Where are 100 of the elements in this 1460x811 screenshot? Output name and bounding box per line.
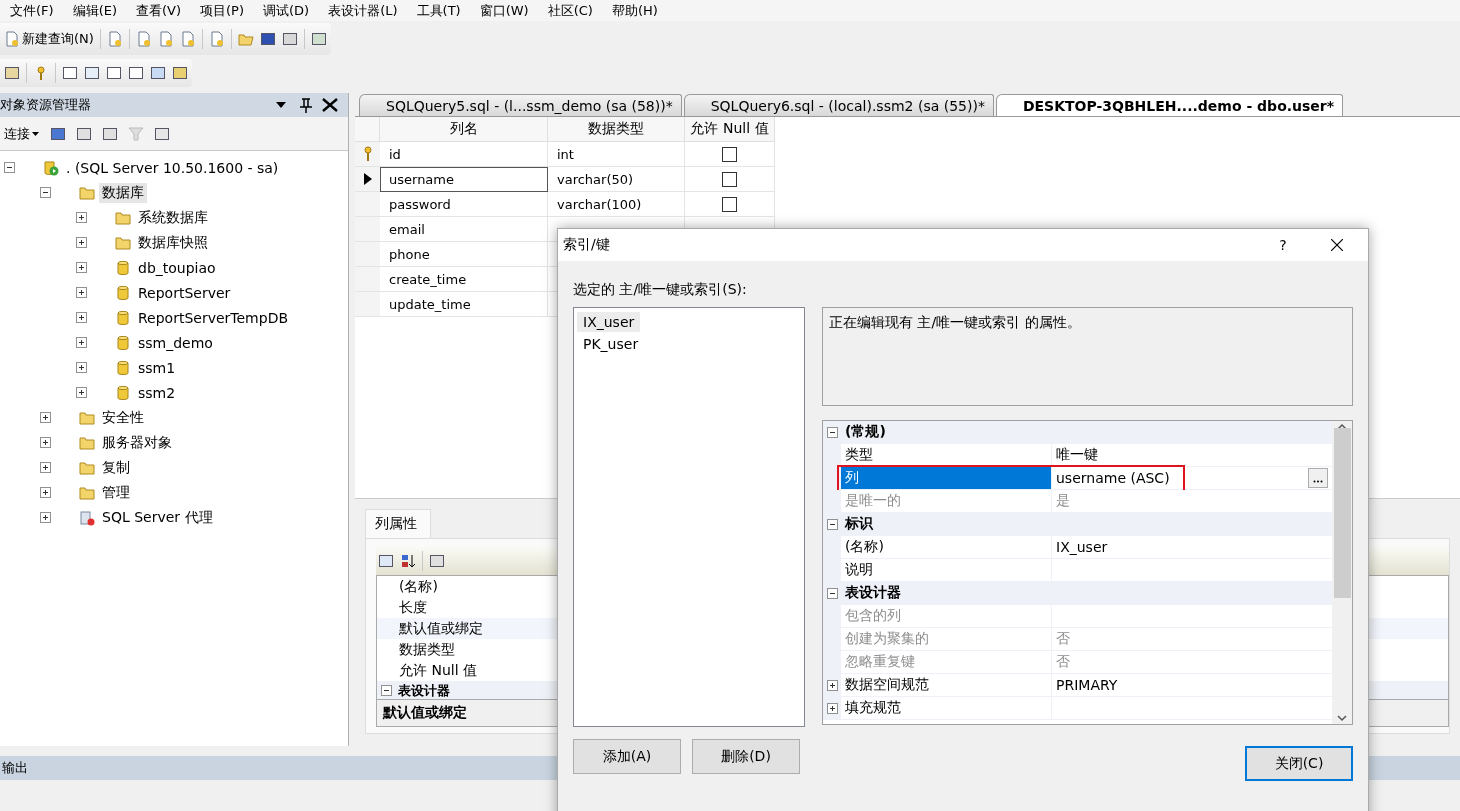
tree-item[interactable]: 服务器对象 (99, 432, 175, 453)
close-dialog-button[interactable]: 关闭(C) (1245, 746, 1353, 781)
new-query-button[interactable]: 新建查询(N) (4, 30, 94, 48)
expand-icon[interactable] (76, 287, 87, 298)
scroll-down-icon[interactable] (1337, 714, 1347, 722)
ellipsis-button[interactable] (1308, 468, 1328, 488)
expand-icon[interactable] (40, 462, 51, 473)
table-cell: id (380, 142, 548, 167)
expand-icon[interactable] (76, 387, 87, 398)
document-tab[interactable]: DESKTOP-3QBHLEH....demo - dbo.user* (995, 94, 1344, 116)
caret-icon (32, 129, 40, 138)
expand-icon[interactable] (40, 487, 51, 498)
checkbox[interactable] (722, 196, 737, 212)
expand-icon[interactable] (76, 337, 87, 348)
table-cell: varchar(50) (548, 167, 685, 192)
collapse-icon[interactable] (40, 187, 51, 198)
tree-item[interactable]: . (SQL Server 10.50.1600 - sa) (63, 158, 282, 177)
tree-item[interactable]: ssm_demo (135, 333, 216, 352)
property-name[interactable]: 类型 (841, 444, 1051, 466)
folder-icon (79, 184, 95, 201)
document-tab[interactable]: SQLQuery6.sql - (local).ssm2 (sa (55))* (683, 94, 994, 116)
tree-item[interactable]: 系统数据库 (135, 207, 211, 228)
add-button[interactable]: 添加(A) (573, 739, 681, 774)
database-icon (115, 259, 131, 276)
menu-item[interactable]: 项目(P) (192, 2, 255, 19)
database-icon (115, 384, 131, 401)
menu-item[interactable]: 社区(C) (539, 2, 604, 19)
connect-button[interactable]: 连接 (4, 124, 40, 143)
expand-icon[interactable] (76, 312, 87, 323)
tree-item[interactable]: SQL Server 代理 (99, 507, 216, 528)
delete-button[interactable]: 删除(D) (692, 739, 800, 774)
expand-icon[interactable] (826, 702, 838, 714)
table-cell: int (548, 142, 685, 167)
collapse-icon[interactable] (826, 426, 838, 438)
tree-item[interactable]: ssm2 (135, 383, 179, 402)
table-cell: create_time (380, 267, 548, 292)
scrollbar[interactable] (1332, 421, 1352, 724)
expand-icon[interactable] (76, 237, 87, 248)
database-icon (115, 334, 131, 351)
agent-icon (79, 509, 95, 526)
tree-item[interactable]: 数据库 (99, 182, 147, 203)
table-cell: update_time (380, 292, 548, 317)
tree-item[interactable]: 数据库快照 (135, 232, 211, 253)
expand-icon[interactable] (40, 512, 51, 523)
scroll-up-icon[interactable] (1337, 423, 1347, 431)
menu-item[interactable]: 表设计器(L) (320, 2, 409, 19)
collapse-icon[interactable] (381, 685, 392, 696)
database-icon (115, 284, 131, 301)
folder-icon (79, 434, 95, 451)
expand-icon[interactable] (76, 212, 87, 223)
collapse-icon[interactable] (826, 518, 838, 530)
checkbox[interactable] (722, 146, 737, 162)
table-cell: email (380, 217, 548, 242)
tree-item[interactable]: 复制 (99, 457, 133, 478)
tree-item[interactable]: 管理 (99, 482, 133, 503)
collapse-icon[interactable] (826, 587, 838, 599)
expand-icon[interactable] (40, 437, 51, 448)
list-item[interactable]: IX_user (577, 312, 641, 332)
tree-item[interactable]: ssm1 (135, 358, 179, 377)
expand-icon[interactable] (76, 362, 87, 373)
menu-item[interactable]: 查看(V) (128, 2, 193, 19)
category-label: (常规) (844, 422, 887, 441)
checkbox[interactable] (722, 171, 737, 187)
server-icon (43, 159, 59, 176)
property-name: 填充规范 (844, 698, 902, 717)
menu-item[interactable]: 工具(T) (408, 2, 472, 19)
tree-item[interactable]: 安全性 (99, 407, 147, 428)
menu-item[interactable]: 帮助(H) (603, 2, 669, 19)
current-row-icon (363, 173, 372, 185)
property-name[interactable]: 列 (841, 467, 1051, 489)
folder-icon (79, 484, 95, 501)
property-value: 是 (1055, 492, 1070, 510)
row-header[interactable] (355, 167, 380, 192)
panel-title: 对象资源管理器 (0, 96, 92, 114)
description-text: 正在编辑现有 主/唯一键或索引 的属性。 (822, 307, 1353, 406)
help-button[interactable]: ? (1260, 229, 1306, 261)
expand-icon[interactable] (826, 679, 838, 691)
menu-item[interactable]: 调试(D) (255, 2, 321, 19)
document-tab[interactable]: SQLQuery5.sql - (l...ssm_demo (sa (58))* (359, 94, 682, 116)
menu-item[interactable]: 文件(F) (2, 2, 65, 19)
dialog-title: 索引/键 (563, 236, 611, 254)
collapse-icon[interactable] (4, 162, 15, 173)
property-value: IX_user (1055, 539, 1108, 555)
expand-icon[interactable] (76, 262, 87, 273)
sort-icon[interactable] (400, 553, 416, 569)
menu-item[interactable]: 窗口(W) (471, 2, 540, 19)
table-cell: password (380, 192, 548, 217)
expand-icon[interactable] (40, 412, 51, 423)
property-value: 唯一键 (1055, 446, 1098, 464)
properties-tab[interactable]: 列属性 (365, 509, 431, 538)
tree-item[interactable]: ReportServer (135, 283, 234, 302)
tree-item[interactable]: db_toupiao (135, 258, 219, 277)
property-value: username (ASC) (1055, 470, 1170, 486)
list-item[interactable]: PK_user (577, 334, 645, 354)
folder-icon (79, 459, 95, 476)
menu-item[interactable]: 编辑(E) (64, 2, 128, 19)
property-name[interactable]: (名称) (841, 536, 1051, 558)
category-label: 标识 (844, 514, 874, 533)
column-header: 数据类型 (548, 117, 685, 142)
tree-item[interactable]: ReportServerTempDB (135, 308, 291, 327)
